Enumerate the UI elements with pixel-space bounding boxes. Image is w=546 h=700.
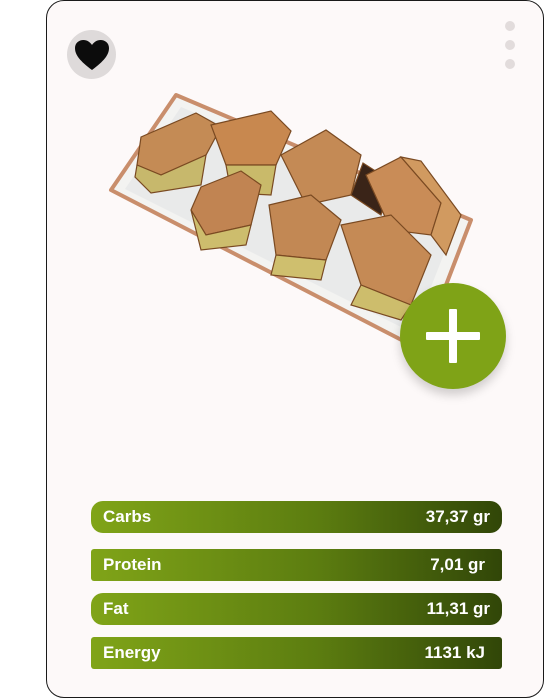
- nutrition-bar-fat: Fat 11,31 gr: [91, 593, 502, 625]
- nutrition-label: Protein: [103, 555, 162, 574]
- nutrition-bar-energy: Energy 1131 kJ: [91, 637, 502, 669]
- menu-dot: [505, 21, 515, 31]
- food-card: Carbs 37,37 gr Protein 7,01 gr Fat 11,31…: [46, 0, 544, 698]
- heart-icon: [74, 39, 109, 70]
- menu-dot: [505, 59, 515, 69]
- more-options-button[interactable]: [503, 21, 517, 69]
- menu-dot: [505, 40, 515, 50]
- nutrition-value: 1131 kJ: [424, 643, 485, 662]
- nutrition-bar-carbs: Carbs 37,37 gr: [91, 501, 502, 533]
- nutrition-bar-protein: Protein 7,01 gr: [91, 549, 502, 581]
- nutrition-label: Energy: [103, 643, 161, 662]
- nutrition-label: Fat: [103, 599, 129, 618]
- plus-icon: [426, 309, 480, 363]
- nutrition-value: 11,31 gr: [426, 599, 490, 618]
- nutrition-label: Carbs: [103, 507, 152, 526]
- nutrition-value: 7,01 gr: [430, 555, 485, 574]
- favorite-button[interactable]: [67, 30, 116, 79]
- add-button[interactable]: [400, 283, 506, 389]
- nutrition-value: 37,37 gr: [425, 507, 490, 526]
